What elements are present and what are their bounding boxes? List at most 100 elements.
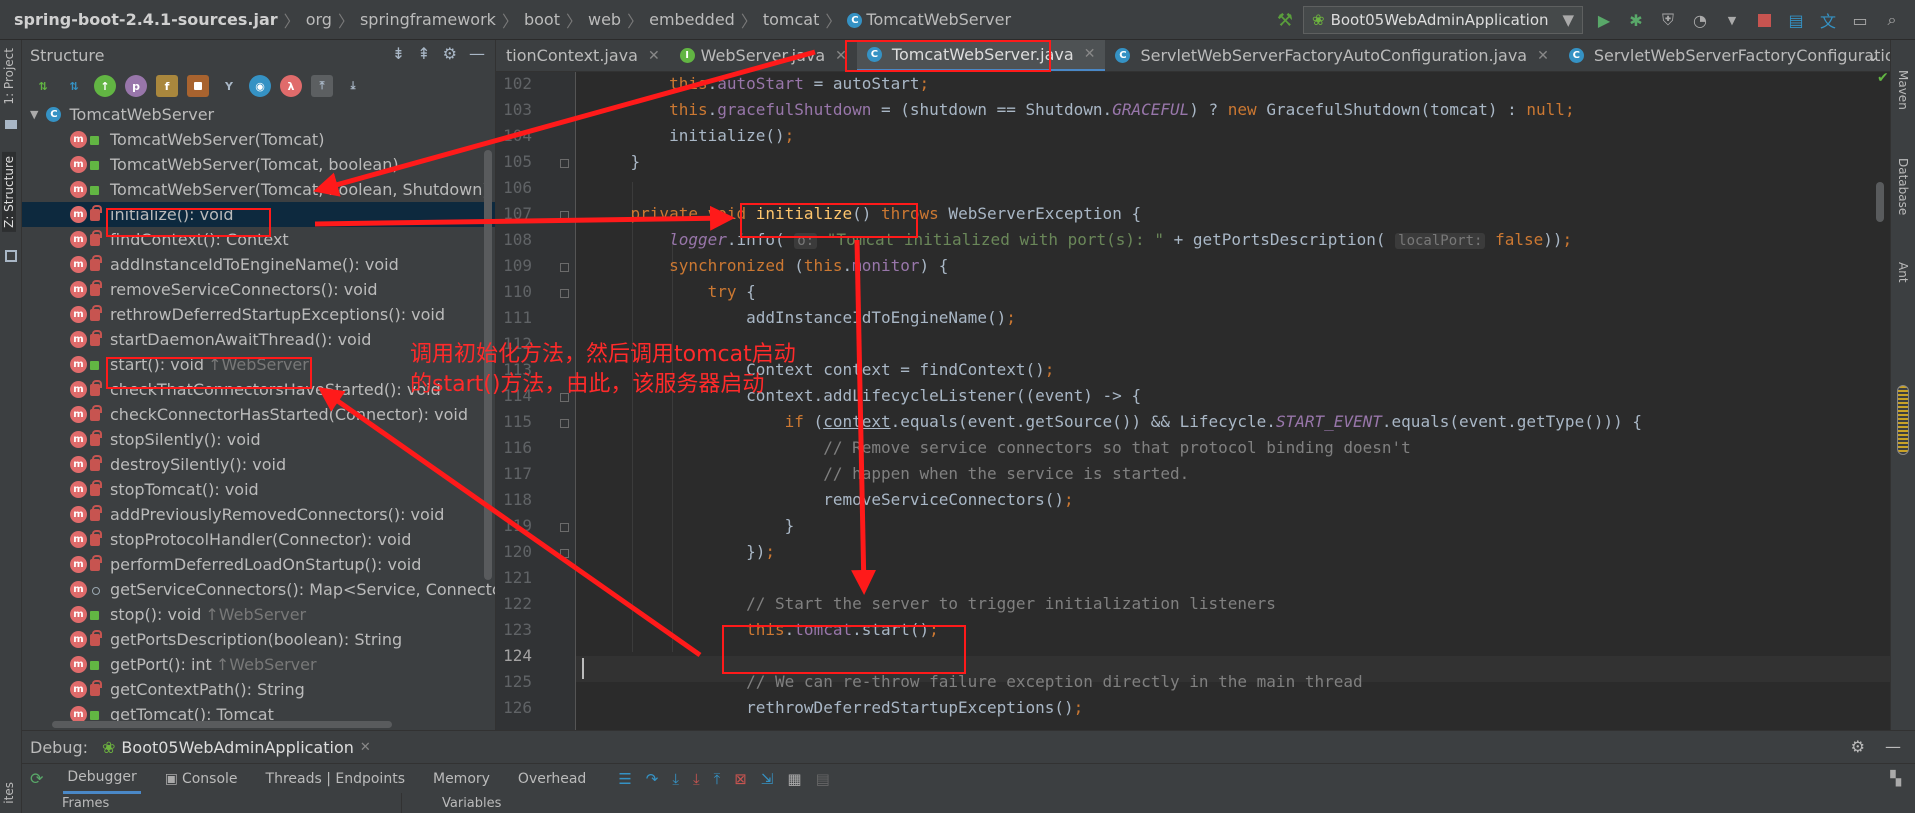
window-layout-icon[interactable]: ▭	[1849, 9, 1871, 31]
fold-marker-icon[interactable]	[560, 263, 569, 272]
tab-factoryconfiguration[interactable]: C ServletWebServerFactoryConfiguration.ja…	[1559, 40, 1890, 71]
run-to-cursor-icon[interactable]: ⇲	[761, 770, 774, 788]
tab-memory[interactable]: Memory	[429, 764, 494, 794]
breadcrumb-springframework[interactable]: springframework	[354, 10, 502, 29]
line-number[interactable]: 102	[496, 74, 532, 93]
tree-item-method[interactable]: m checkConnectorHasStarted(Connector): vo…	[22, 402, 495, 427]
gear-icon[interactable]: ⚙	[1851, 737, 1865, 756]
line-number[interactable]: 108	[496, 230, 532, 249]
expand-all-icon[interactable]: ⇟	[392, 44, 405, 63]
line-number[interactable]: 120	[496, 542, 532, 561]
breadcrumb-jar[interactable]: spring-boot-2.4.1-sources.jar	[8, 10, 284, 29]
run-icon[interactable]: ▶	[1593, 9, 1615, 31]
line-number[interactable]: 124	[496, 646, 532, 665]
database-tool-tab[interactable]: Database	[1896, 158, 1910, 215]
tree-item-method[interactable]: m stopProtocolHandler(Connector): void	[22, 527, 495, 552]
translate-icon[interactable]: 文	[1817, 9, 1839, 31]
tab-autoconfiguration[interactable]: C ServletWebServerFactoryAutoConfiguratio…	[1105, 40, 1558, 71]
tab-overhead[interactable]: Overhead	[514, 764, 590, 794]
breadcrumb-embedded[interactable]: embedded	[643, 10, 741, 29]
tree-item-method[interactable]: m TomcatWebServer(Tomcat)	[22, 127, 495, 152]
layout-icon[interactable]: ▚	[1890, 771, 1901, 787]
line-number[interactable]: 117	[496, 464, 532, 483]
step-into-icon[interactable]: ⤓	[672, 770, 679, 788]
line-number[interactable]: 105	[496, 152, 532, 171]
minimize-icon[interactable]: —	[1885, 737, 1901, 756]
show-lambdas-icon[interactable]: Y	[218, 75, 240, 97]
chevron-down-icon[interactable]: ⌄	[1867, 46, 1880, 65]
drop-frame-icon[interactable]: ⊠	[734, 770, 747, 788]
tab-application-context[interactable]: tionContext.java ✕	[496, 40, 670, 71]
line-number[interactable]: 119	[496, 516, 532, 535]
show-anonymous-icon[interactable]: ◉	[249, 75, 271, 97]
debug-bug-icon[interactable]: ✱	[1625, 9, 1647, 31]
maven-tool-tab[interactable]: Maven	[1896, 70, 1910, 110]
rerun-icon[interactable]: ⟳	[30, 769, 43, 788]
menu-lines-icon[interactable]: ☰	[618, 770, 631, 788]
line-number[interactable]: 116	[496, 438, 532, 457]
project-tool-tab[interactable]: 1: Project	[2, 48, 16, 105]
breadcrumb-tomcat[interactable]: tomcat	[757, 10, 826, 29]
breadcrumb-org[interactable]: org	[300, 10, 338, 29]
tree-item-method[interactable]: m addInstanceIdToEngineName(): void	[22, 252, 495, 277]
tree-item-method[interactable]: m TomcatWebServer(Tomcat, boolean, Shutdo…	[22, 177, 495, 202]
tree-item-method[interactable]: m performDeferredLoadOnStartup(): void	[22, 552, 495, 577]
tab-threads-endpoints[interactable]: Threads | Endpoints	[262, 764, 409, 794]
close-icon[interactable]: ✕	[360, 740, 371, 755]
tree-item-method[interactable]: m rethrowDeferredStartupExceptions(): voi…	[22, 302, 495, 327]
show-fields-icon[interactable]: f	[156, 75, 178, 97]
autoscroll-from-source-icon[interactable]: ⤓	[342, 75, 364, 97]
line-number[interactable]: 125	[496, 672, 532, 691]
tree-item-method[interactable]: m getServiceConnectors(): Map<Service, Co…	[22, 577, 495, 602]
tree-item-method[interactable]: m destroySilently(): void	[22, 452, 495, 477]
fold-marker-icon[interactable]	[560, 523, 569, 532]
expand-triangle-icon[interactable]: ▼	[30, 108, 38, 121]
favorites-tool-tab[interactable]: ites	[2, 782, 16, 804]
step-out-icon[interactable]: ⤒	[714, 770, 721, 788]
tab-console[interactable]: ▣ Console	[161, 764, 242, 794]
trace-icon[interactable]: ▤	[816, 770, 830, 788]
sort-alphabetically-icon[interactable]: ⇅	[63, 75, 85, 97]
fold-marker-icon[interactable]	[560, 419, 569, 428]
tree-item-method[interactable]: m TomcatWebServer(Tomcat, boolean)	[22, 152, 495, 177]
editor-scrollbar[interactable]	[1876, 182, 1884, 222]
step-over-icon[interactable]: ↷	[646, 770, 659, 788]
line-number[interactable]: 111	[496, 308, 532, 327]
fold-marker-icon[interactable]	[560, 159, 569, 168]
tab-debugger[interactable]: Debugger	[63, 764, 141, 794]
tab-webserver[interactable]: I WebServer.java ✕	[670, 40, 857, 71]
show-properties-icon[interactable]: p	[125, 75, 147, 97]
minimize-icon[interactable]: —	[469, 44, 485, 63]
tree-root[interactable]: ▼ C TomcatWebServer	[22, 102, 495, 127]
line-number[interactable]: 115	[496, 412, 532, 431]
tree-item-method[interactable]: m stopTomcat(): void	[22, 477, 495, 502]
line-number[interactable]: 103	[496, 100, 532, 119]
tree-item-method[interactable]: m getPortsDescription(boolean): String	[22, 627, 495, 652]
search-icon[interactable]: ⌕	[1881, 9, 1903, 31]
tree-item-method[interactable]: m stopSilently(): void	[22, 427, 495, 452]
fold-marker-icon[interactable]	[560, 289, 569, 298]
show-inherited-icon[interactable]: ↑	[94, 75, 116, 97]
collapse-all-icon[interactable]: ⇞	[417, 44, 430, 63]
run-configuration-select[interactable]: ❀ Boot05WebAdminApplication ▼	[1303, 6, 1583, 34]
line-number[interactable]: 122	[496, 594, 532, 613]
line-number[interactable]: 109	[496, 256, 532, 275]
tree-item-method[interactable]: m getContextPath(): String	[22, 677, 495, 702]
lambda-icon[interactable]: λ	[280, 75, 302, 97]
build-hammer-icon[interactable]: ⚒	[1277, 10, 1293, 31]
more-run-chevron-icon[interactable]: ▼	[1721, 9, 1743, 31]
coverage-shield-icon[interactable]: ⛨	[1657, 9, 1679, 31]
stop-icon[interactable]	[1753, 9, 1775, 31]
evaluate-icon[interactable]: ▦	[787, 770, 801, 788]
autoscroll-to-source-icon[interactable]: ⤒	[311, 75, 333, 97]
tree-item-method[interactable]: m addPreviouslyRemovedConnectors(): void	[22, 502, 495, 527]
structure-tool-tab[interactable]: Z: Structure	[2, 152, 16, 232]
fold-marker-icon[interactable]	[560, 211, 569, 220]
code-editor[interactable]: 102 103 104 105 106 107 108 109 110 111 112 113 114 1…	[496, 72, 1890, 730]
fold-marker-icon[interactable]	[560, 549, 569, 558]
project-structure-icon[interactable]: ▤	[1785, 9, 1807, 31]
show-non-public-icon[interactable]	[187, 75, 209, 97]
breadcrumb-boot[interactable]: boot	[518, 10, 566, 29]
line-number[interactable]: 121	[496, 568, 532, 587]
ant-tool-tab[interactable]: Ant	[1896, 262, 1910, 283]
